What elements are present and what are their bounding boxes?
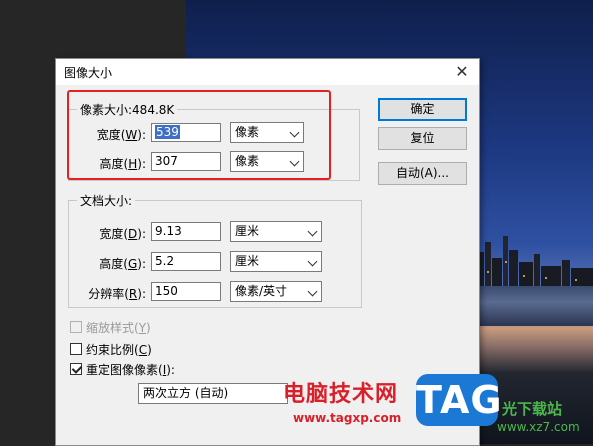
constrain-proportions-checkbox[interactable] <box>70 343 82 355</box>
watermark-right-url: www.xz7.com <box>497 420 580 434</box>
title-bar: 图像大小 ✕ <box>56 59 479 85</box>
chevron-down-icon <box>307 256 318 267</box>
doc-width-label: 宽度(D): <box>99 227 146 241</box>
resample-image-checkbox[interactable] <box>70 363 83 375</box>
document-size-legend: 文档大小: <box>80 194 133 208</box>
ok-button[interactable]: 确定 <box>378 98 467 121</box>
resolution-unit-select[interactable]: 像素/英寸 <box>230 281 322 302</box>
watermark-logo: TAG <box>416 374 502 426</box>
watermark-right-text: 光下载站 <box>502 400 563 418</box>
resample-image-label: 重定图像像素(I): <box>86 363 175 377</box>
doc-height-input[interactable]: 5.2 <box>151 252 221 271</box>
doc-height-unit-select[interactable]: 厘米 <box>230 251 322 272</box>
scale-styles-checkbox[interactable] <box>70 321 82 333</box>
watermark-title: 电脑技术网 <box>283 382 399 407</box>
doc-width-unit-select[interactable]: 厘米 <box>230 221 322 242</box>
reset-button[interactable]: 复位 <box>378 127 467 150</box>
chevron-down-icon <box>307 226 318 237</box>
watermark-url: www.tagxp.com <box>293 411 402 425</box>
auto-button[interactable]: 自动(A)... <box>378 162 467 185</box>
resolution-input[interactable]: 150 <box>151 282 221 301</box>
resample-method-select[interactable]: 两次立方 (自动) <box>138 383 288 404</box>
doc-height-label: 高度(G): <box>99 257 146 271</box>
water-reflection <box>476 286 593 326</box>
constrain-proportions-label: 约束比例(C) <box>86 343 152 357</box>
highlight-box <box>67 90 331 180</box>
resolution-label: 分辨率(R): <box>88 287 146 301</box>
city-skyline <box>476 236 593 288</box>
scale-styles-label: 缩放样式(Y) <box>86 321 151 335</box>
checkmark-icon <box>71 363 83 374</box>
doc-width-input[interactable]: 9.13 <box>151 222 221 241</box>
chevron-down-icon <box>307 286 318 297</box>
dialog-title: 图像大小 <box>64 66 113 80</box>
close-icon[interactable]: ✕ <box>451 61 473 83</box>
